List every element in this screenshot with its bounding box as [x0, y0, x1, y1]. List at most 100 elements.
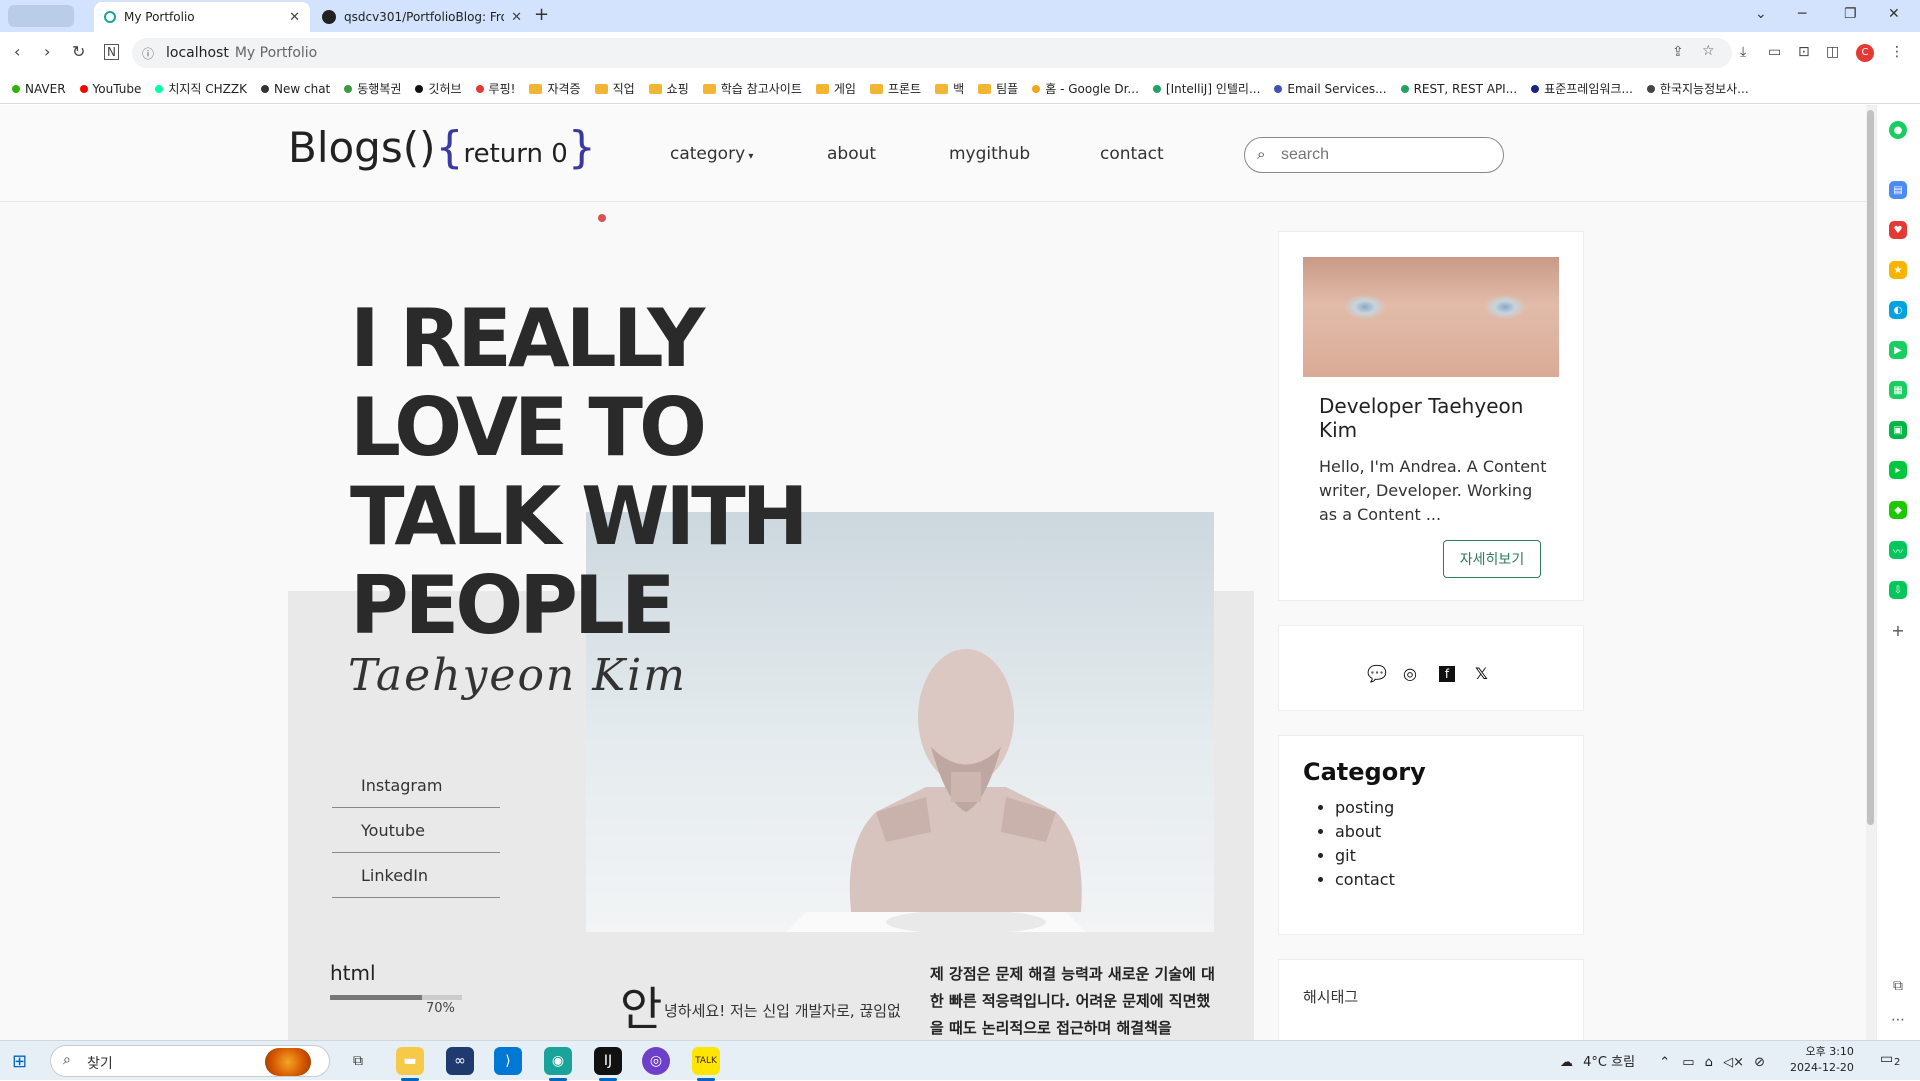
bookmark-item[interactable]: 한국지능정보사...: [1646, 80, 1749, 97]
bookmark-item[interactable]: 루핑!: [475, 80, 515, 97]
video-icon[interactable]: ▸: [1889, 461, 1907, 479]
facebook-icon[interactable]: f: [1439, 666, 1455, 682]
reload-icon[interactable]: ↻: [72, 42, 85, 61]
restore-icon[interactable]: ❐: [1844, 6, 1857, 22]
close-tab-icon[interactable]: ✕: [289, 10, 300, 25]
profile-avatar[interactable]: C: [1856, 44, 1874, 62]
bookmark-item[interactable]: Email Services...: [1274, 82, 1387, 96]
kakaotalk-icon[interactable]: 💬: [1367, 664, 1387, 683]
github-desktop-icon[interactable]: ◎: [642, 1047, 670, 1075]
search-box[interactable]: ⌕: [1244, 137, 1504, 173]
tab-search-icon[interactable]: ⌄: [1755, 6, 1767, 22]
bookmark-item[interactable]: [IntelliJ] 인텔리...: [1152, 80, 1260, 97]
more-details-button[interactable]: 자세히보기: [1443, 540, 1541, 578]
back-icon[interactable]: ‹: [14, 42, 20, 61]
bookmark-star-icon[interactable]: ☆: [1702, 43, 1715, 59]
new-tab-button[interactable]: +: [534, 4, 549, 25]
stock-icon[interactable]: 〰: [1889, 541, 1907, 559]
intellij-icon[interactable]: IJ: [594, 1047, 622, 1075]
wifi-icon[interactable]: ⌂: [1705, 1055, 1713, 1070]
more-icon[interactable]: ⋯: [1889, 1011, 1907, 1029]
download-icon[interactable]: ⇩: [1889, 581, 1907, 599]
link-instagram[interactable]: Instagram: [332, 763, 500, 808]
screenshot-icon[interactable]: ⊡: [1798, 44, 1810, 60]
vscode-icon[interactable]: ⟩: [494, 1047, 522, 1075]
bookmark-item[interactable]: New chat: [261, 82, 330, 96]
edge-icon[interactable]: ◐: [1889, 301, 1907, 319]
weather-text[interactable]: 4°C 흐림: [1583, 1055, 1635, 1070]
bookmark-item[interactable]: 직업: [594, 80, 635, 97]
nav-category[interactable]: category ▾: [670, 144, 753, 164]
windows-start-icon[interactable]: ⊞: [12, 1051, 27, 1072]
logo-brace-open: {: [435, 122, 464, 173]
bookmark-item[interactable]: 게임: [815, 80, 856, 97]
category-item-git[interactable]: git: [1335, 844, 1395, 868]
weather-icon[interactable]: ☁: [1560, 1055, 1573, 1070]
tray-expand-icon[interactable]: ⌃: [1659, 1055, 1670, 1070]
star-icon[interactable]: ★: [1889, 261, 1907, 279]
bookmark-item[interactable]: NAVER: [12, 82, 66, 96]
bookmark-item[interactable]: 치지직 CHZZK: [155, 80, 247, 97]
taskbar-clock[interactable]: 오후 3:10 2024-12-20: [1790, 1044, 1854, 1076]
bookmark-item[interactable]: REST, REST API...: [1400, 82, 1517, 96]
bookmark-item[interactable]: 쇼핑: [648, 80, 689, 97]
tab-github[interactable]: qsdcv301/PortfolioBlog: Front ✕: [312, 2, 532, 32]
browser-icon[interactable]: ◉: [544, 1047, 572, 1075]
forward-icon[interactable]: ›: [44, 42, 50, 61]
play-icon[interactable]: ▶: [1889, 341, 1907, 359]
minimize-icon[interactable]: ─: [1798, 6, 1806, 22]
link-linkedin[interactable]: LinkedIn: [332, 853, 500, 898]
bookmark-item[interactable]: 자격증: [529, 80, 581, 97]
taskbar-search[interactable]: ⌕ 찾기: [50, 1045, 330, 1077]
bookmark-item[interactable]: YouTube: [79, 82, 141, 96]
bookmark-item[interactable]: 동행복권: [344, 80, 401, 97]
search-input[interactable]: [1281, 144, 1481, 166]
map-icon[interactable]: ◆: [1889, 501, 1907, 519]
category-item-contact[interactable]: contact: [1335, 868, 1395, 892]
bookmark-item[interactable]: 백: [935, 80, 964, 97]
download-icon[interactable]: ⤓: [1740, 44, 1746, 60]
task-view-icon[interactable]: ⧉: [344, 1047, 372, 1075]
visual-studio-icon[interactable]: ∞: [446, 1047, 474, 1075]
bookmark-item[interactable]: 표준프레임워크...: [1531, 80, 1633, 97]
bookmark-item[interactable]: 홈 - Google Dr...: [1032, 80, 1139, 97]
notification-icon[interactable]: ▭: [1880, 1051, 1893, 1067]
bookmark-item[interactable]: 학습 참고사이트: [702, 80, 802, 97]
open-external-icon[interactable]: ⧉: [1889, 977, 1907, 995]
network-icon[interactable]: ▭: [1682, 1055, 1694, 1070]
file-explorer-icon[interactable]: ▬: [396, 1047, 424, 1075]
close-window-icon[interactable]: ✕: [1888, 6, 1900, 22]
nav-contact[interactable]: contact: [1100, 144, 1164, 164]
volume-icon[interactable]: ◁×: [1723, 1055, 1744, 1070]
link-youtube[interactable]: Youtube: [332, 808, 500, 853]
bookmark-item[interactable]: 팀플: [978, 80, 1018, 97]
site-logo[interactable]: Blogs() { return 0 }: [288, 122, 596, 173]
tab-my-portfolio[interactable]: My Portfolio ✕: [94, 2, 310, 32]
address-bar[interactable]: ⓘ localhost My Portfolio ⇪ ☆: [132, 38, 1732, 68]
scrollbar-thumb[interactable]: [1867, 110, 1874, 825]
add-icon[interactable]: +: [1889, 621, 1907, 640]
category-item-posting[interactable]: posting: [1335, 796, 1395, 820]
menu-icon[interactable]: ⋮: [1890, 44, 1904, 60]
instagram-icon[interactable]: ◎: [1403, 664, 1417, 683]
book-icon[interactable]: ▣: [1889, 421, 1907, 439]
assistant-icon[interactable]: ●: [1889, 121, 1907, 139]
mic-icon[interactable]: ⊘: [1754, 1055, 1765, 1070]
extension-icon[interactable]: N: [104, 44, 119, 60]
site-info-icon[interactable]: ⓘ: [142, 45, 154, 62]
tab-group-icon[interactable]: [8, 5, 74, 27]
pocket-icon[interactable]: ♥: [1889, 221, 1907, 239]
share-icon[interactable]: ⇪: [1672, 44, 1684, 60]
camera-icon[interactable]: ▭: [1768, 44, 1781, 60]
close-tab-icon[interactable]: ✕: [511, 10, 522, 25]
shop-icon[interactable]: ▦: [1889, 381, 1907, 399]
nav-mygithub[interactable]: mygithub: [949, 144, 1030, 164]
split-view-icon[interactable]: ◫: [1826, 44, 1839, 60]
calendar-icon[interactable]: ▤: [1889, 181, 1907, 199]
category-item-about[interactable]: about: [1335, 820, 1395, 844]
kakaotalk-icon[interactable]: TALK: [692, 1047, 720, 1075]
bookmark-item[interactable]: 깃허브: [415, 80, 462, 97]
x-icon[interactable]: 𝕏: [1475, 664, 1488, 683]
nav-about[interactable]: about: [827, 144, 876, 164]
bookmark-item[interactable]: 프론트: [869, 80, 921, 97]
